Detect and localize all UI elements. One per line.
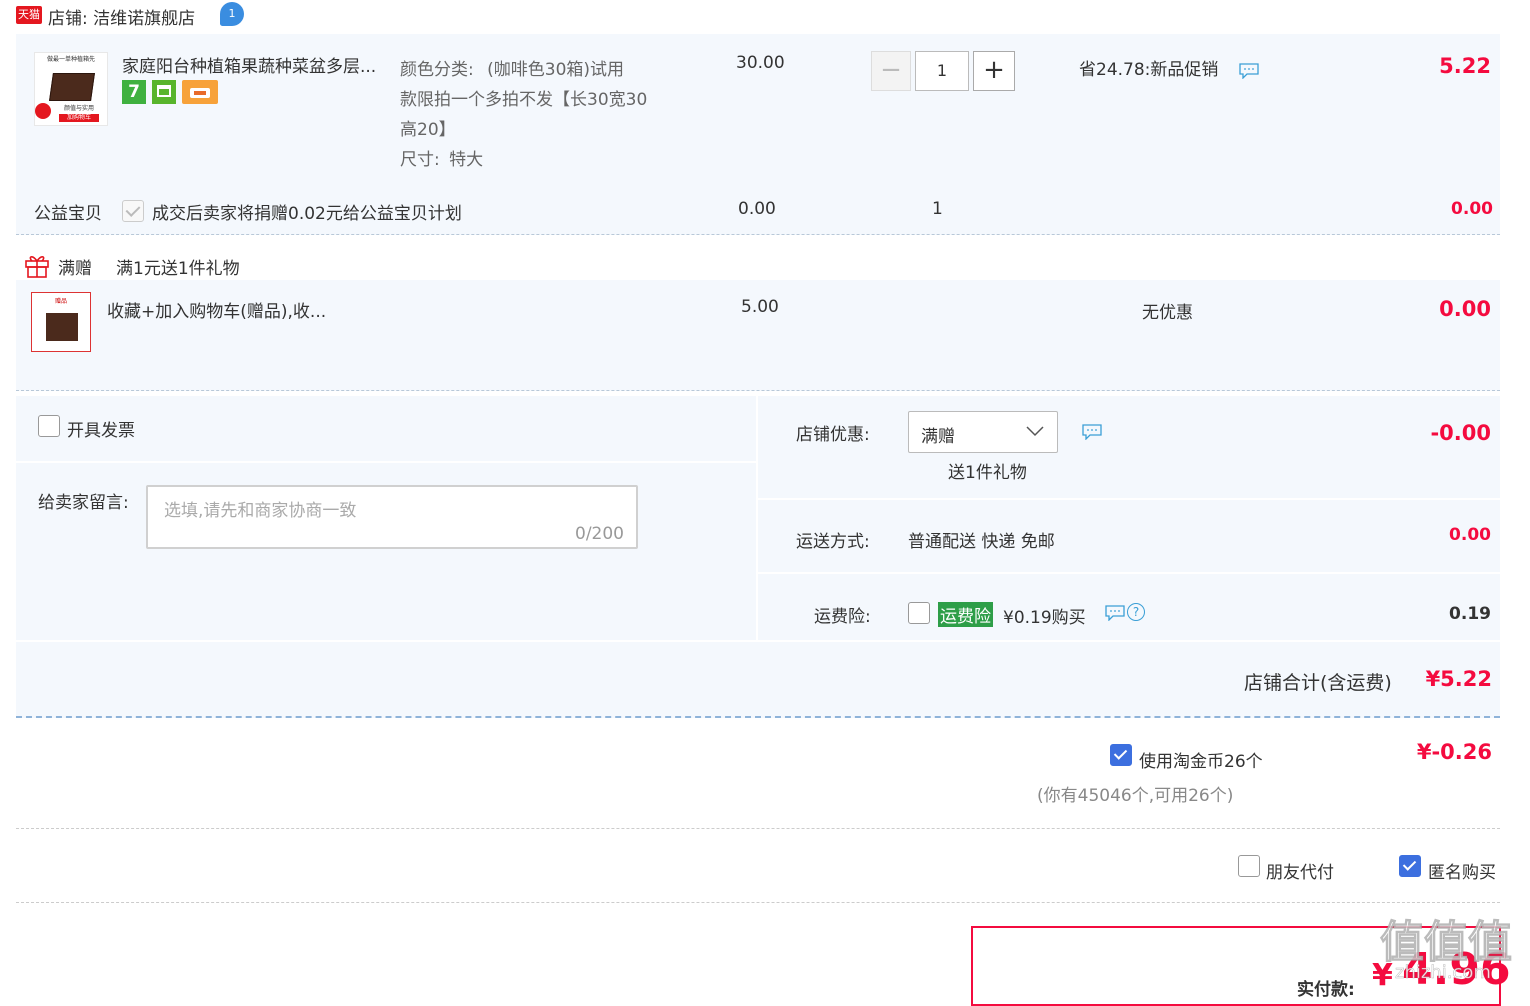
shop-total-label: 店铺合计(含运费) — [1244, 672, 1392, 694]
right-divider-1 — [758, 498, 1500, 500]
watermark-brand: 值值值 — [1380, 917, 1513, 969]
invoice-label: 开具发票 — [67, 421, 135, 441]
thumb-caption-mid: 颜值与实用 — [63, 105, 94, 112]
thumb-caption-top: 做最一单种植箱先 — [46, 56, 95, 63]
shop-discount-desc: 送1件礼物 — [948, 463, 1027, 483]
seven-day-return-icon: 7 — [122, 80, 146, 104]
message-placeholder: 选填,请先和商家协商一致 — [164, 501, 357, 521]
gift-subtotal: 0.00 — [1439, 297, 1491, 321]
item-subtotal: 5.22 — [1439, 54, 1491, 78]
thumb-caption-bottom: 加购物车 — [59, 114, 99, 122]
anonymous-label: 匿名购买 — [1428, 863, 1496, 883]
charity-subtotal: 0.00 — [1451, 199, 1493, 219]
insurance-amount: 0.19 — [1449, 604, 1491, 624]
shop-header: 天猫 店铺: 洁维诺旗舰店 1 — [0, 0, 1500, 30]
sku-size-value: 特大 — [449, 150, 484, 170]
shop-total-amount: ¥5.22 — [1425, 667, 1492, 691]
sku-color-value-2: 款限拍一个多拍不发【长30宽30 — [400, 90, 648, 110]
wangwang-chat-icon[interactable]: 1 — [220, 2, 244, 26]
gift-icon — [25, 256, 49, 278]
message-textarea[interactable]: 选填,请先和商家协商一致 0/200 — [146, 485, 638, 549]
credit-card-icon — [182, 80, 218, 104]
gift-tag: 满赠 — [58, 259, 92, 279]
message-label: 给卖家留言: — [38, 493, 129, 513]
charity-checkbox — [122, 200, 144, 222]
insurance-tag: 运费险 — [938, 602, 993, 627]
shop-name-link[interactable]: 店铺: 洁维诺旗舰店 — [48, 4, 195, 29]
pay-label: 实付款: — [1297, 980, 1355, 1000]
shop-discount-select[interactable]: 满赠 — [908, 411, 1058, 453]
charity-label: 公益宝贝 — [34, 204, 102, 224]
anonymous-checkbox[interactable] — [1399, 855, 1421, 877]
tmall-badge-icon: 天猫 — [16, 6, 42, 24]
sku-size: 尺寸: 特大 — [400, 150, 484, 170]
quantity-stepper: − 1 + — [871, 51, 1015, 91]
divider-2 — [16, 902, 1500, 903]
charity-text: 成交后卖家将捐赠0.02元给公益宝贝计划 — [152, 204, 462, 224]
quantity-decrease-button[interactable]: − — [871, 51, 911, 91]
shop-discount-label: 店铺优惠: — [796, 425, 870, 445]
gift-price: 5.00 — [741, 297, 779, 317]
delivery-label: 运送方式: — [796, 532, 870, 552]
coins-label: 使用淘金币26个 — [1139, 752, 1263, 772]
invoice-checkbox[interactable] — [38, 415, 60, 437]
help-question-icon[interactable]: ? — [1127, 603, 1145, 621]
gift-thumbnail[interactable]: 赠品 — [31, 292, 91, 352]
coins-checkbox[interactable] — [1110, 744, 1132, 766]
gift-promo: 无优惠 — [1142, 303, 1193, 323]
delivery-value: 普通配送 快递 免邮 — [908, 532, 1055, 552]
discount-chat-icon[interactable] — [1082, 424, 1102, 440]
sku-color-label: 颜色分类: (咖啡色30箱)试用 — [400, 60, 625, 80]
charity-price: 0.00 — [738, 199, 776, 219]
friend-pay-label: 朋友代付 — [1266, 863, 1334, 883]
insurance-label: 运费险: — [814, 607, 871, 627]
planter-box-shape — [49, 73, 95, 101]
chevron-down-icon — [1026, 426, 1044, 437]
sku-color-value-3: 高20】 — [400, 120, 456, 140]
item-price: 30.00 — [736, 53, 785, 73]
quantity-increase-button[interactable]: + — [973, 51, 1015, 91]
friend-pay-checkbox[interactable] — [1238, 855, 1260, 877]
coins-note: (你有45046个,可用26个) — [1037, 786, 1234, 806]
delivery-amount: 0.00 — [1449, 525, 1491, 545]
shop-discount-selected: 满赠 — [921, 427, 955, 447]
insurance-chat-icon[interactable] — [1105, 605, 1125, 621]
quantity-input[interactable]: 1 — [915, 51, 969, 91]
promo-chat-icon[interactable] — [1239, 63, 1259, 79]
gift-title-link[interactable]: 收藏+加入购物车(赠品),收... — [107, 297, 326, 322]
service-guarantee-icon — [152, 80, 176, 104]
charity-quantity: 1 — [932, 199, 943, 219]
gift-thumb-caption: 赠品 — [54, 298, 67, 305]
gift-rule: 满1元送1件礼物 — [116, 259, 240, 279]
watermark-site: zhizhi.com — [1395, 962, 1491, 984]
item-promo: 省24.78:新品促销 — [1079, 60, 1219, 80]
sku-color-value-1: (咖啡色30箱)试用 — [487, 60, 625, 80]
coins-amount: ¥-0.26 — [1416, 740, 1492, 764]
thumb-badge-icon — [35, 103, 51, 119]
item-title-link[interactable]: 家庭阳台种植箱果蔬种菜盆多层... — [122, 52, 392, 77]
divider-1 — [16, 828, 1500, 829]
right-divider-2 — [758, 572, 1500, 574]
message-counter: 0/200 — [575, 524, 624, 544]
insurance-checkbox[interactable] — [908, 602, 930, 624]
item-thumbnail[interactable]: 做最一单种植箱先 颜值与实用 加购物车 — [34, 52, 108, 126]
left-divider — [16, 461, 756, 463]
insurance-text: ¥0.19购买 — [1003, 608, 1086, 628]
shop-discount-amount: -0.00 — [1430, 421, 1491, 445]
